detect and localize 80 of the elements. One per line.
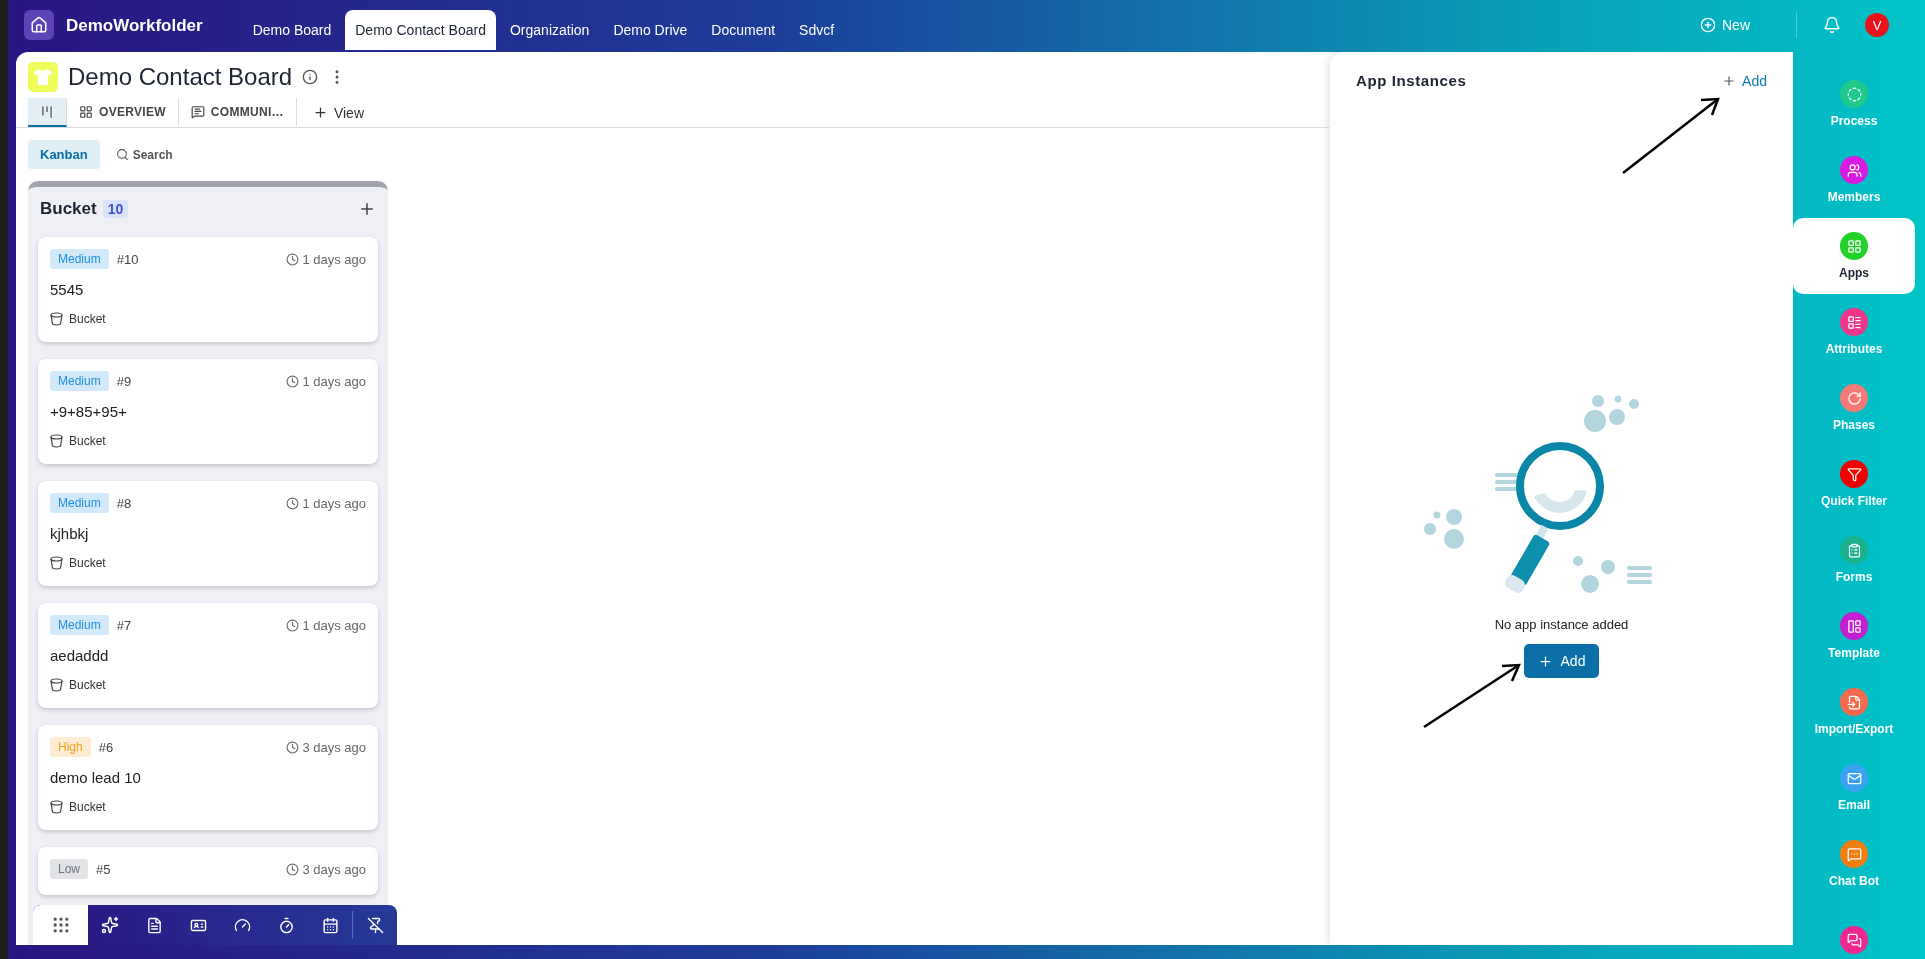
column-title: Bucket [40, 199, 97, 219]
clock-icon [286, 862, 300, 876]
clock-icon [286, 374, 300, 388]
bucket-label: Bucket [69, 312, 106, 326]
card-time: 1 days ago [286, 373, 366, 389]
bucket-label: Bucket [69, 556, 106, 570]
card-number: #6 [98, 739, 114, 755]
priority-tag: Low [50, 859, 88, 879]
plus-circle-icon [1700, 17, 1716, 33]
panel-title: App Instances [1356, 72, 1467, 89]
priority-tag: Medium [50, 371, 109, 391]
view-tab[interactable]: OVERVIEW [67, 98, 179, 127]
priority-tag: High [50, 737, 91, 757]
card-title: aedaddd [50, 647, 110, 664]
card-title: 5545 [50, 281, 85, 298]
workspace-title: DemoWorkfolder [66, 16, 203, 36]
plus-icon [312, 105, 328, 120]
card-time: 3 days ago [286, 739, 366, 755]
board-title: Demo Contact Board [68, 63, 293, 91]
nav-tab[interactable]: Demo Drive [603, 10, 698, 50]
view-mode-button[interactable]: Kanban [28, 140, 100, 169]
empty-message: No app instance added [1494, 617, 1629, 632]
card-time: 1 days ago [286, 495, 366, 511]
add-card-button[interactable] [358, 200, 376, 218]
lead-card[interactable]: Medium #7 1 days ago aedaddd Bucket [38, 603, 378, 708]
card-count: 10 [102, 200, 129, 218]
card-number: #5 [96, 861, 111, 877]
info-icon[interactable] [302, 69, 319, 85]
nav-tab[interactable]: Demo Contact Board [345, 10, 496, 50]
plus-icon [1537, 653, 1553, 669]
card-number: #8 [116, 495, 132, 511]
nav-tab[interactable]: Demo Board [242, 10, 342, 50]
chat-icon [190, 104, 205, 119]
bucket-icon [50, 312, 63, 326]
bucket-icon [50, 678, 63, 692]
lead-card[interactable]: Medium #9 1 days ago +9+85+95+ Bucket [38, 359, 378, 464]
nav-tab[interactable]: Organization [500, 10, 600, 50]
overview-icon [79, 104, 93, 119]
search-icon [115, 148, 129, 161]
nav-tab[interactable]: Sdvcf [789, 10, 845, 50]
bucket-icon [50, 434, 63, 448]
shirt-icon [28, 62, 58, 92]
kanban-icon [40, 104, 54, 119]
card-number: #7 [116, 617, 132, 633]
lead-card[interactable]: Medium #8 1 days ago kjhbkj Bucket [38, 481, 378, 586]
plus-icon [1722, 73, 1737, 88]
clock-icon [286, 740, 300, 754]
card-title: +9+85+95+ [50, 403, 128, 420]
view-tab[interactable]: COMMUNI… [178, 98, 297, 127]
bucket-icon [50, 800, 63, 814]
card-time: 1 days ago [286, 617, 366, 633]
priority-tag: Medium [50, 615, 109, 635]
clock-icon [286, 496, 300, 510]
card-title: kjhbkj [50, 525, 90, 542]
lead-card[interactable]: Medium #10 1 days ago 5545 Bucket [38, 237, 378, 342]
card-number: #10 [116, 251, 139, 267]
card-title: demo lead 10 [50, 769, 142, 786]
bucket-label: Bucket [69, 800, 106, 814]
home-icon [30, 16, 48, 34]
nav-tab[interactable]: Document [701, 10, 786, 50]
view-tab[interactable] [28, 98, 67, 127]
bucket-icon [50, 556, 63, 570]
add-link[interactable]: Add [1722, 72, 1767, 89]
lead-card[interactable]: Low #5 3 days ago [38, 847, 378, 895]
priority-tag: Medium [50, 493, 109, 513]
search-button[interactable]: Search [109, 146, 179, 163]
bucket-label: Bucket [69, 678, 106, 692]
priority-tag: Medium [50, 249, 109, 269]
home-button[interactable] [24, 10, 54, 40]
bucket-label: Bucket [69, 434, 106, 448]
add-button[interactable]: Add [1523, 644, 1600, 678]
sidebar-item[interactable]: Apps [1793, 218, 1915, 294]
card-time: 3 days ago [286, 861, 366, 877]
lead-card[interactable]: High #6 3 days ago demo lead 10 Bucket [38, 725, 378, 830]
clock-icon [286, 252, 300, 266]
user-avatar[interactable]: V [1865, 13, 1889, 37]
card-number: #9 [116, 373, 132, 389]
add-view-button[interactable]: View [296, 98, 380, 127]
card-time: 1 days ago [286, 251, 366, 267]
clock-icon [286, 618, 300, 632]
